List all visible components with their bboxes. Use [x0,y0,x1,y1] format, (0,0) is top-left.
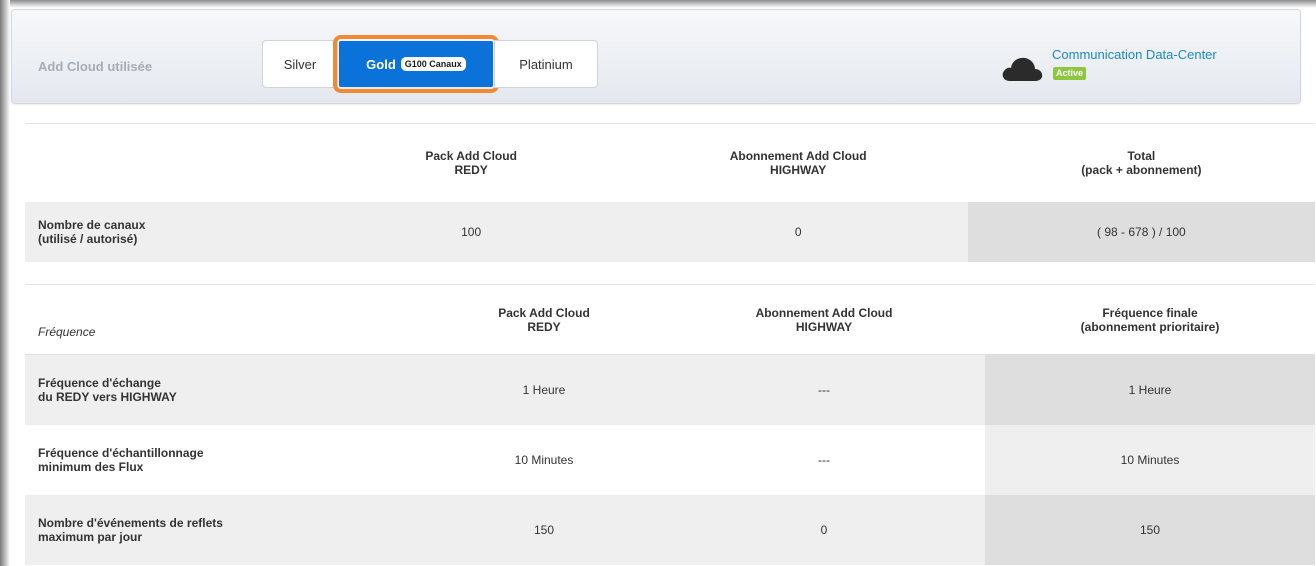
datacenter-status-badge: Active [1053,67,1087,80]
tier-platinium-button[interactable]: Platinium [494,40,598,88]
frequency-header-row: Fréquence Pack Add Cloud REDY Abonnement… [25,285,1315,355]
table-row: Fréquence d'échange du REDY vers HIGHWAY… [25,354,1315,425]
cloud-header-bar: Add Cloud utilisée Silver Gold G100 Cana… [11,9,1301,104]
window-shadow-top [0,0,1316,8]
row-label-line2: maximum par jour [38,529,143,544]
row-label: Fréquence d'échantillonnage minimum des … [25,425,425,495]
freq-col-abonnement-line1: Abonnement Add Cloud [755,305,893,320]
cell-final: 1 Heure [985,354,1315,425]
cell-abonnement: 0 [820,522,828,537]
cell-pack: 1 Heure [522,382,566,397]
row-label-line1: Fréquence d'échantillonnage [38,445,204,460]
tier-silver-label: Silver [283,56,317,72]
row-label: Nombre de canaux (utilisé / autorisé) [25,202,314,262]
table-row: Nombre d'événements de reflets maximum p… [25,494,1315,565]
cell-pack: 100 [461,224,482,239]
cell-pack: 10 Minutes [514,452,574,467]
tier-platinium-label: Platinium [519,56,573,72]
tier-gold-badge: G100 Canaux [400,57,466,71]
cell-abonnement: --- [818,452,830,467]
freq-col-final-line2: (abonnement prioritaire) [1080,319,1220,334]
cell-pack: 150 [533,522,555,537]
col-total-header: Total (pack + abonnement) [968,124,1315,202]
freq-col-abonnement-line2: HIGHWAY [795,319,853,334]
col-abonnement-line2: HIGHWAY [770,162,827,177]
row-label-line1: Nombre de canaux [38,217,146,232]
cell-final: 150 [985,494,1315,565]
row-label: Fréquence d'échange du REDY vers HIGHWAY [25,355,425,425]
col-total-line2: (pack + abonnement) [1081,162,1202,177]
row-label-line1: Fréquence d'échange [38,375,161,390]
col-abonnement-header: Abonnement Add Cloud HIGHWAY [629,124,968,202]
datacenter-link[interactable]: Communication Data-Center [1052,47,1217,62]
freq-col-pack-line2: REDY [527,319,561,334]
cell-abonnement: 0 [794,224,802,239]
row-label-line2: minimum des Flux [38,459,144,474]
freq-col-abonnement-header: Abonnement Add Cloud HIGHWAY [663,285,985,355]
freq-col-pack-header: Pack Add Cloud REDY [425,285,663,355]
cell-total: ( 98 - 678 ) / 100 [967,201,1315,262]
window-shadow-left [0,0,10,566]
col-abonnement-line1: Abonnement Add Cloud [729,148,867,163]
col-pack-line1: Pack Add Cloud [425,148,517,163]
freq-col-pack-line1: Pack Add Cloud [498,305,590,320]
col-pack-line2: REDY [454,162,488,177]
row-label-line2: du REDY vers HIGHWAY [38,389,177,404]
cell-abonnement: --- [818,382,830,397]
tier-gold-label: Gold [366,56,396,72]
col-pack-header: Pack Add Cloud REDY [314,124,629,202]
tier-gold-button[interactable]: Gold G100 Canaux [333,35,499,93]
cell-final: 10 Minutes [985,424,1315,495]
row-label-line2: (utilisé / autorisé) [38,231,138,246]
table-row: Fréquence d'échantillonnage minimum des … [25,424,1315,495]
frequency-header-label: Fréquence [38,325,96,339]
channels-header-empty [25,124,314,202]
channels-table: Pack Add Cloud REDY Abonnement Add Cloud… [25,123,1315,262]
table-row: Nombre de canaux (utilisé / autorisé) 10… [25,201,1315,262]
freq-col-final-header: Fréquence finale (abonnement prioritaire… [985,285,1315,355]
row-label: Nombre d'événements de reflets maximum p… [25,495,425,565]
header-title: Add Cloud utilisée [38,59,153,74]
tier-silver-button[interactable]: Silver [262,40,338,88]
col-total-line1: Total [1127,148,1156,163]
frequency-table: Fréquence Pack Add Cloud REDY Abonnement… [25,284,1315,565]
row-label-line1: Nombre d'événements de reflets [38,515,223,530]
channels-header-row: Pack Add Cloud REDY Abonnement Add Cloud… [25,124,1315,202]
freq-col-final-line1: Fréquence finale [1102,305,1198,320]
cloud-icon [1002,57,1043,81]
